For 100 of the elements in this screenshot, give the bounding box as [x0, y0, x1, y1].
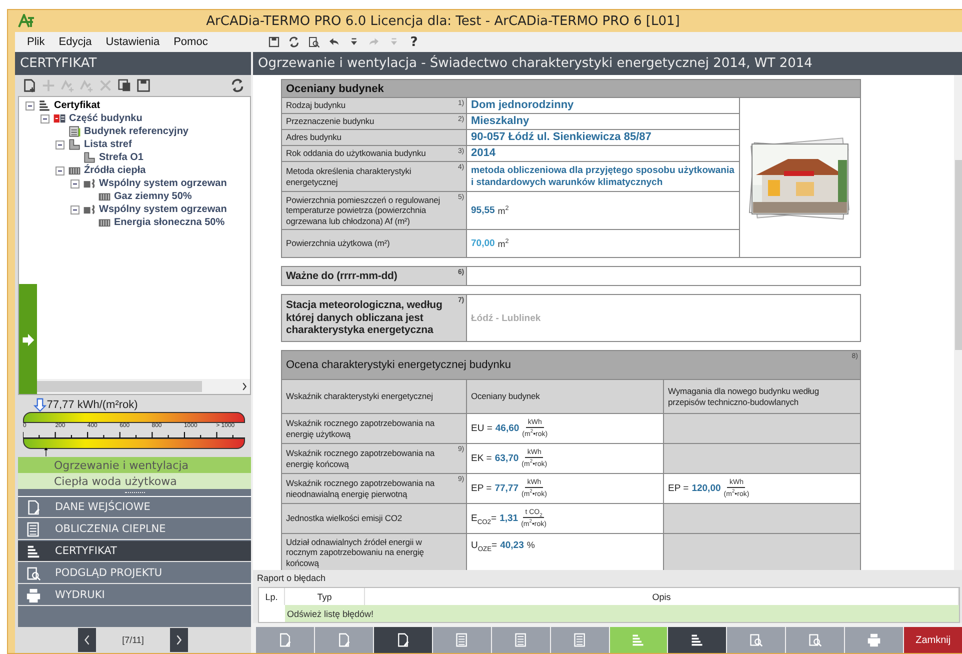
refresh-icon — [230, 78, 244, 93]
new-document-icon — [22, 78, 36, 93]
document-edit-icon — [26, 500, 41, 514]
delete-icon — [98, 78, 112, 93]
module-button[interactable]: DANE WEJŚCIOWE — [18, 497, 251, 518]
copy-icon — [116, 78, 132, 93]
field-label: Adres budynku — [286, 132, 342, 143]
table-title: Ocena charakterystyki energetycznej budynku — [286, 359, 512, 371]
field-label: Rodzaj budynku — [286, 100, 346, 111]
indicator-label: Jednostka wielkości emisji CO2 — [286, 513, 402, 524]
flag-document-icon — [53, 112, 66, 125]
tree-item[interactable]: Część budynku — [69, 113, 142, 124]
radiator-fan-icon — [83, 177, 96, 190]
calculator-icon — [454, 633, 469, 647]
unit: m$^{2}$ — [498, 238, 509, 248]
app-logo — [18, 14, 34, 28]
preview-icon — [808, 633, 822, 647]
tree-item[interactable]: Budynek referencyjny — [84, 126, 188, 137]
collapse-icon — [70, 204, 80, 214]
tree-item[interactable]: Gaz ziemny 50% — [114, 191, 192, 202]
field-value: Łódź - Lublinek — [471, 312, 541, 324]
toolbar-button[interactable] — [374, 627, 432, 653]
panel-header: CERTYFIKAT — [15, 52, 251, 75]
column-header: Lp. — [259, 588, 285, 605]
help-button[interactable]: ? — [407, 35, 421, 49]
toolbar-button[interactable] — [135, 78, 151, 94]
toolbar-button[interactable] — [307, 35, 321, 49]
collapse-icon — [70, 178, 80, 188]
next-button[interactable] — [170, 628, 188, 652]
toolbar-button[interactable] — [267, 35, 281, 49]
field-value: 70,00 — [471, 238, 495, 250]
window-title: ArCADia-TERMO PRO 6.0 Licencja dla: Test - ArCADia-TERMO PRO 6 [L01] — [205, 14, 681, 28]
branch-icon — [78, 78, 94, 93]
field-label: Powierzchnia użytkowa (m²) — [286, 238, 390, 249]
field-value: 95,55 — [471, 204, 495, 216]
tree-item[interactable]: Lista stref — [84, 139, 132, 150]
preview-icon — [308, 36, 320, 48]
menu-item[interactable]: Plik — [21, 34, 51, 50]
printer-icon — [26, 588, 41, 602]
document-edit-icon — [278, 633, 292, 647]
tree-item[interactable]: Certyfikat — [54, 100, 100, 111]
table-title: Oceniany budynek — [286, 82, 384, 94]
save-icon — [136, 78, 150, 93]
unit: m$^{2}$ — [498, 206, 509, 216]
module-button[interactable]: CERTYFIKAT — [18, 541, 251, 562]
indicator-label: Wskaźnik rocznego zapotrzebowania na energię końcową — [286, 448, 436, 469]
indicator-value: U$_{OZE}$= 40,23 % — [467, 533, 664, 570]
section-title: Raport o błędach — [256, 573, 327, 585]
calculator-icon — [514, 633, 528, 647]
collapse-icon — [55, 140, 65, 150]
document-edit-icon — [396, 633, 410, 647]
toolbar-button[interactable] — [668, 627, 726, 653]
refresh-icon — [288, 36, 300, 48]
plus-icon — [40, 78, 56, 93]
undo-icon — [328, 36, 340, 48]
preview-icon — [749, 633, 764, 647]
field-label: Metoda określenia charakterystyki energetycznej — [286, 166, 412, 187]
field-value: Dom jednorodzinny — [471, 98, 574, 112]
indicator-label: Wskaźnik rocznego zapotrzebowania na nieodnawialną energię pierwotną — [286, 478, 436, 499]
bars-icon — [631, 633, 646, 647]
bars-icon — [26, 544, 41, 558]
error-message: Odśwież listę błędów! — [285, 605, 959, 622]
close-button[interactable]: Zamknij — [904, 627, 962, 653]
indicator-label: Wskaźnik rocznego zapotrzebowania na energię użytkową — [286, 418, 436, 439]
scrollbar[interactable] — [954, 75, 962, 570]
column-header: Wskaźnik charakterystyki energetycznej — [286, 391, 433, 402]
calculator-icon — [26, 522, 41, 536]
toolbar-button[interactable] — [229, 78, 245, 94]
previous-button[interactable] — [78, 628, 96, 652]
field-label: Powierzchnia pomieszczeń o regulowanej temperaturze powietrza (powierzchnia ogrzewana lub chłodzona) Af (m²) — [286, 195, 442, 226]
field-value: 2014 — [471, 146, 496, 160]
tree-item[interactable]: Wspólny system ogrzewan — [99, 178, 227, 189]
bars-icon — [690, 633, 704, 647]
menu-item[interactable]: Ustawienia — [100, 34, 166, 50]
menu-item[interactable]: Pomoc — [168, 34, 214, 50]
panel-toggle[interactable] — [19, 284, 37, 394]
tree-item[interactable]: Źródła ciepła — [84, 165, 146, 176]
indicator-label: Udział odnawialnych źródeł energii w rocznym zapotrzebowaniu na energię końcową — [286, 537, 425, 568]
scrollbar[interactable] — [37, 379, 250, 394]
toolbar-button[interactable] — [287, 35, 301, 49]
collapse-icon — [25, 100, 35, 110]
nav-item[interactable]: Ogrzewanie i wentylacja — [18, 457, 251, 473]
tree-item[interactable]: Strefa O1 — [99, 152, 144, 163]
toolbar-button[interactable] — [116, 78, 132, 94]
tree-item[interactable]: Wspólny system ogrzewan — [99, 204, 227, 215]
energy-reading: 77,77 kWh/(m²rok) — [46, 398, 138, 410]
branch-icon — [60, 78, 74, 93]
content-header: Ogrzewanie i wentylacja - Świadectwo charakterystyki energetycznej 2014, WT 2014 — [253, 52, 962, 75]
menu-item[interactable]: Edycja — [52, 34, 98, 50]
module-button[interactable]: OBLICZENIA CIEPLNE — [18, 519, 251, 540]
preview-icon — [26, 566, 41, 580]
zone-icon — [83, 151, 96, 164]
toolbar-button[interactable] — [21, 78, 37, 94]
nav-item[interactable]: Ciepła woda użytkowa — [18, 473, 251, 489]
collapse-icon — [55, 166, 65, 176]
building-icon — [68, 125, 81, 138]
arrow-down-icon — [32, 398, 47, 412]
field-value: metoda obliczeniowa dla przyjętego sposobu użytkowania i standardowych warunków klimatycznych — [471, 164, 735, 188]
document-edit-icon — [336, 633, 351, 647]
tree-item[interactable]: Energia słoneczna 50% — [114, 217, 225, 228]
